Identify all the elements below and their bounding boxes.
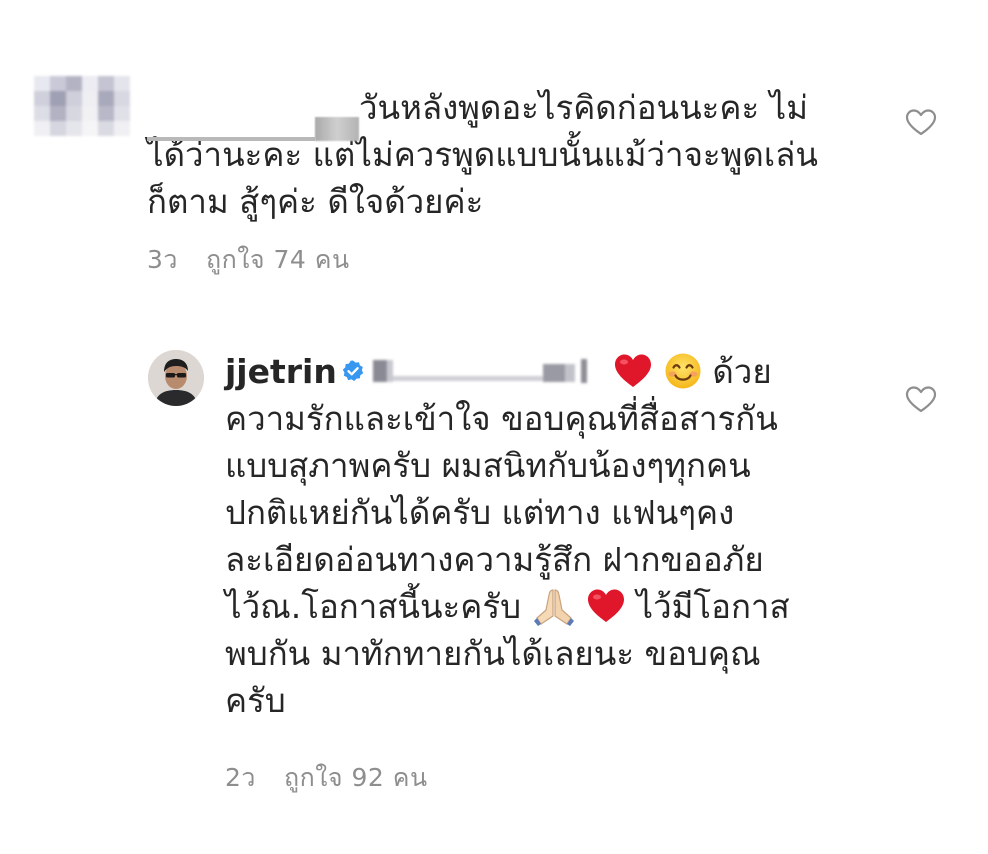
comment-text-line: ปกติแหย่กันได้ครับ แต่ทาง แฟนๆคง [225, 493, 735, 532]
username[interactable]: jjetrin [225, 352, 337, 391]
heart-outline-icon[interactable] [904, 107, 938, 137]
smiling-face-emoji-icon [665, 353, 701, 388]
comment-text: วันหลังพูดอะไรคิดก่อนนะคะ ไม่ ได้ว่านะคะ… [147, 84, 887, 225]
comment-text-line: ความรักและเข้าใจ ขอบคุณที่สื่อสารกัน [225, 399, 778, 438]
comment-meta: 3ว ถูกใจ 74 คน [147, 240, 350, 280]
username-blurred[interactable] [147, 94, 359, 141]
comment-text-line: แบบสุภาพครับ ผมสนิทกับน้องๆทุกคน [225, 446, 751, 485]
red-heart-emoji-icon [615, 354, 652, 387]
comment-text-line: ละเอียดอ่อนทางความรู้สึก ฝากขออภัย [225, 540, 764, 579]
comment-text-line: ครับ [225, 681, 286, 720]
likes-count[interactable]: ถูกใจ 74 คน [206, 245, 350, 274]
comment-text-line: ไว้ณ.โอกาสนี้นะครับ [225, 587, 522, 626]
comment-text-line: พบกัน มาทักทายกันได้เลยนะ ขอบคุณ [225, 634, 761, 673]
comment-text-line: ด้วย [712, 352, 772, 391]
folded-hands-emoji-icon [533, 588, 574, 626]
comment-text-line: ได้ว่านะคะ แต่ไม่ควรพูดแบบนั้นแม้ว่าจะพู… [147, 135, 818, 174]
avatar-photo [148, 350, 204, 406]
avatar-blurred[interactable] [34, 76, 130, 136]
comment-time: 2ว [225, 763, 256, 792]
verified-badge-icon [342, 360, 364, 381]
comment-text-line: ไว้มีโอกาส [636, 587, 790, 626]
heart-outline-icon[interactable] [904, 384, 938, 414]
likes-count[interactable]: ถูกใจ 92 คน [284, 763, 428, 792]
avatar[interactable] [148, 350, 204, 406]
comment-meta: 2ว ถูกใจ 92 คน [225, 758, 428, 798]
comment-text-line: ก็ตาม สู้ๆค่ะ ดีใจด้วยค่ะ [147, 182, 484, 221]
comment-text-line: วันหลังพูดอะไรคิดก่อนนะคะ ไม่ [359, 88, 809, 127]
mention-blurred[interactable] [371, 356, 603, 386]
red-heart-emoji-icon [588, 589, 625, 622]
comment-text: jjetrin ด้วย ความรักและเข้าใจ ขอบคุณที่ส… [225, 348, 845, 724]
comment-time: 3ว [147, 245, 178, 274]
